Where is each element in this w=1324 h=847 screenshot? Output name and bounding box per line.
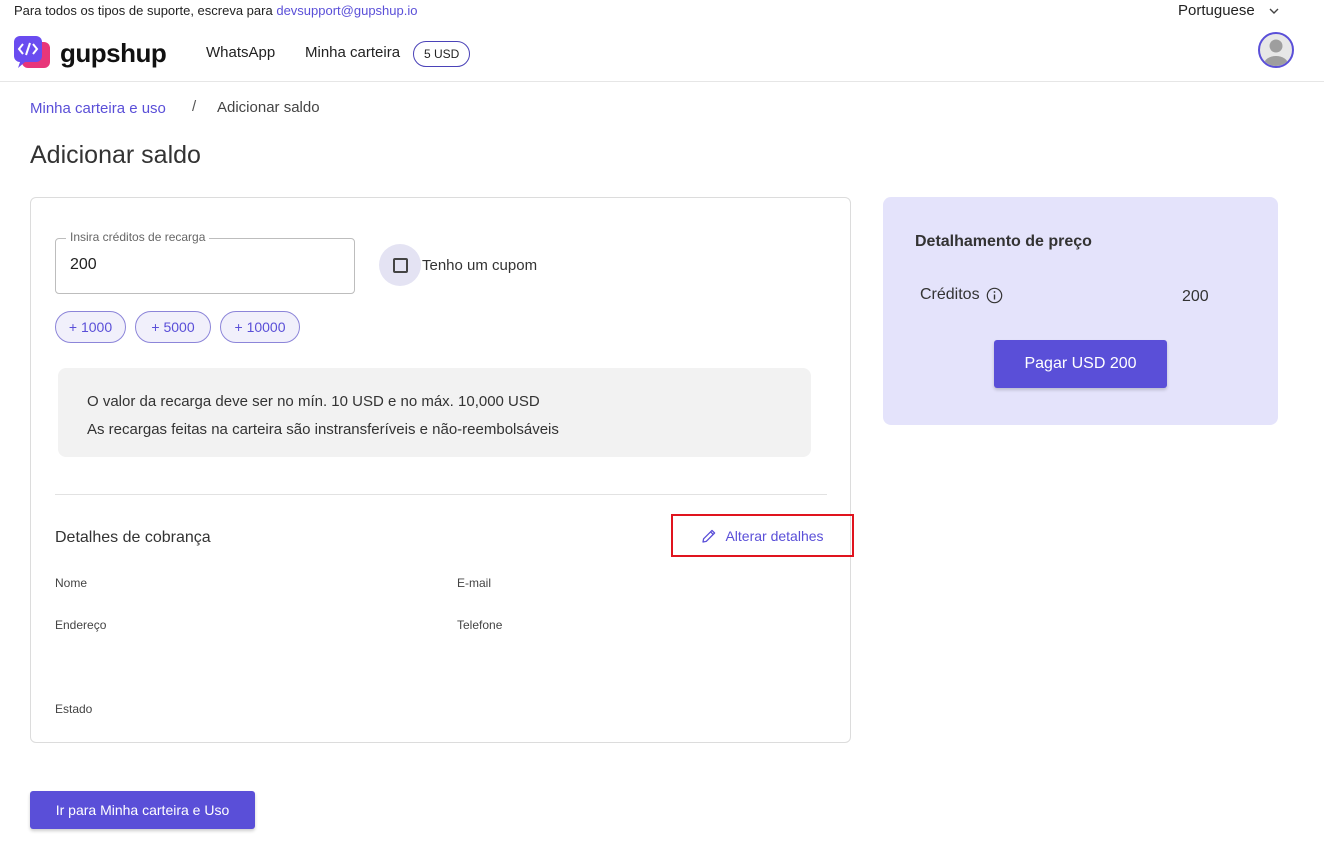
- avatar[interactable]: [1258, 32, 1294, 68]
- go-to-wallet-button[interactable]: Ir para Minha carteira e Uso: [30, 791, 255, 829]
- user-icon: [1264, 39, 1288, 66]
- recharge-info-box: O valor da recarga deve ser no mín. 10 U…: [58, 368, 811, 457]
- logo-text: gupshup: [60, 37, 167, 68]
- chip-add-1000[interactable]: + 1000: [55, 311, 126, 343]
- page-title: Adicionar saldo: [30, 141, 201, 169]
- credits-label: Créditos: [920, 286, 980, 303]
- nav-whatsapp[interactable]: WhatsApp: [206, 44, 275, 61]
- price-breakdown-panel: Detalhamento de preço Créditos 200 Pagar…: [883, 197, 1278, 425]
- language-label: Portuguese: [1178, 2, 1255, 19]
- billing-phone-label: Telefone: [457, 618, 503, 632]
- support-notice: Para todos os tipos de suporte, escreva …: [14, 3, 417, 18]
- pencil-icon: [702, 529, 716, 543]
- info-line-refund: As recargas feitas na carteira são instr…: [87, 421, 559, 438]
- chip-add-5000[interactable]: + 5000: [135, 311, 211, 343]
- breadcrumb-wallet-link[interactable]: Minha carteira e uso: [30, 100, 166, 117]
- billing-state-label: Estado: [55, 702, 93, 716]
- breadcrumb: Minha carteira e uso / Adicionar saldo: [30, 98, 320, 117]
- gupshup-logo[interactable]: gupshup: [14, 34, 167, 72]
- checkbox-icon: [392, 257, 408, 273]
- wallet-balance-badge[interactable]: 5 USD: [413, 41, 471, 67]
- support-text: Para todos os tipos de suporte, escreva …: [14, 3, 273, 18]
- breadcrumb-separator: /: [192, 98, 197, 115]
- breadcrumb-current: Adicionar saldo: [217, 99, 320, 116]
- price-breakdown-title: Detalhamento de preço: [915, 233, 1092, 250]
- recharge-credits-label: Insira créditos de recarga: [66, 230, 210, 244]
- coupon-label: Tenho um cupom: [422, 256, 538, 274]
- info-line-limits: O valor da recarga deve ser no mín. 10 U…: [87, 393, 540, 410]
- coupon-checkbox[interactable]: [379, 244, 421, 286]
- edit-details-label: Alterar detalhes: [725, 527, 824, 544]
- logo-icon: [14, 36, 50, 68]
- recharge-credits-input[interactable]: [70, 256, 340, 274]
- coupon-checkbox-row[interactable]: Tenho um cupom: [379, 244, 537, 286]
- pay-button[interactable]: Pagar USD 200: [994, 340, 1167, 388]
- chevron-down-icon: [1269, 8, 1279, 14]
- billing-address-label: Endereço: [55, 618, 107, 632]
- divider: [55, 494, 827, 495]
- recharge-credits-field[interactable]: Insira créditos de recarga: [55, 230, 355, 294]
- billing-title: Detalhes de cobrança: [55, 529, 211, 546]
- billing-email-label: E-mail: [457, 576, 492, 590]
- nav-wallet[interactable]: Minha carteira: [305, 44, 400, 61]
- support-email-link[interactable]: devsupport@gupshup.io: [276, 3, 417, 18]
- credits-value: 200: [1182, 288, 1209, 305]
- chip-add-10000[interactable]: + 10000: [220, 311, 300, 343]
- credits-row-label: Créditos: [920, 286, 1003, 304]
- language-selector[interactable]: Portuguese: [1178, 2, 1279, 19]
- info-icon[interactable]: [986, 287, 1003, 304]
- recharge-card: Insira créditos de recarga Tenho um cupo…: [30, 197, 854, 743]
- billing-name-label: Nome: [55, 576, 88, 590]
- edit-details-button[interactable]: Alterar detalhes: [671, 514, 854, 557]
- top-bar: Para todos os tipos de suporte, escreva …: [0, 0, 1324, 82]
